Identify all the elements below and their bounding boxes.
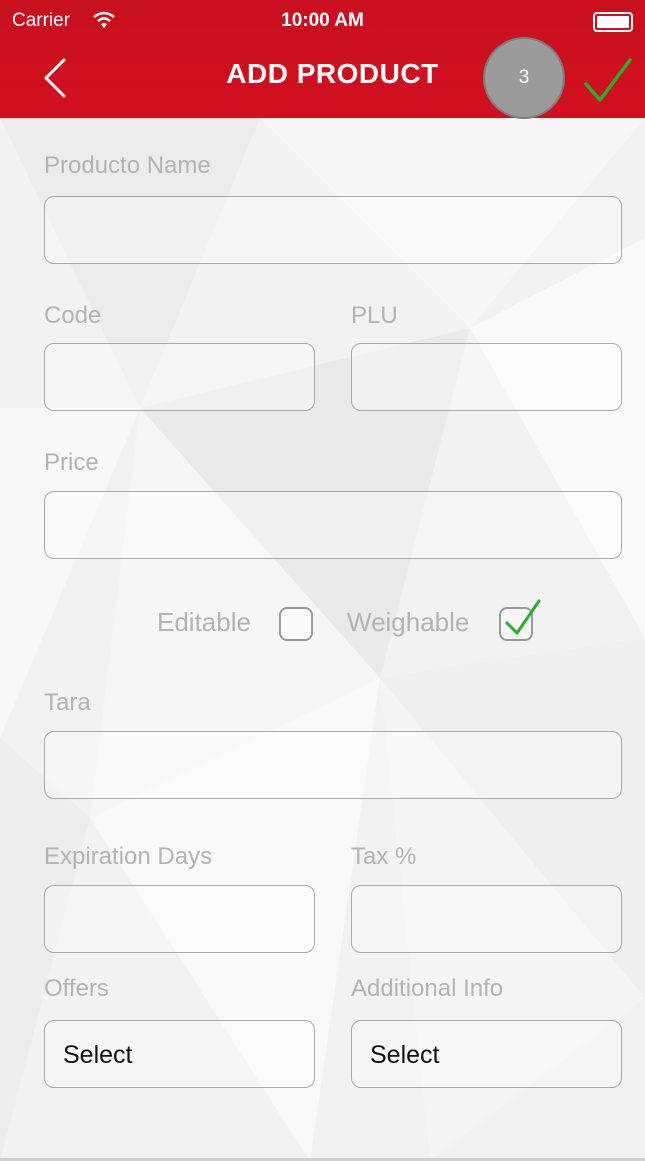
- additional-info-select[interactable]: Select: [351, 1020, 622, 1088]
- tax-label: Tax %: [351, 843, 417, 870]
- weighable-label: Weighable: [347, 607, 470, 637]
- status-bar: Carrier 10:00 AM: [0, 0, 645, 40]
- tara-input[interactable]: [45, 732, 621, 798]
- code-field[interactable]: [44, 343, 315, 411]
- editable-label: Editable: [157, 607, 251, 637]
- product-name-label: Producto Name: [44, 152, 211, 179]
- code-label: Code: [44, 302, 102, 329]
- price-input[interactable]: [45, 492, 621, 558]
- code-input[interactable]: [45, 344, 314, 410]
- plu-input[interactable]: [352, 344, 621, 410]
- offers-label: Offers: [44, 975, 109, 1002]
- tax-field[interactable]: [351, 885, 622, 953]
- count-badge: 3: [483, 37, 565, 119]
- offers-select-value: Select: [63, 1041, 133, 1069]
- battery-icon: [593, 12, 633, 32]
- plu-field[interactable]: [351, 343, 622, 411]
- offers-select[interactable]: Select: [44, 1020, 315, 1088]
- price-label: Price: [44, 449, 99, 476]
- tara-label: Tara: [44, 689, 91, 716]
- weighable-checkbox[interactable]: [499, 599, 541, 641]
- expiration-days-field[interactable]: [44, 885, 315, 953]
- price-field[interactable]: [44, 491, 622, 559]
- tara-field[interactable]: [44, 731, 622, 799]
- tax-input[interactable]: [352, 886, 621, 952]
- plu-label: PLU: [351, 302, 398, 329]
- checkmark-icon: [584, 58, 632, 102]
- status-time: 10:00 AM: [281, 10, 364, 31]
- confirm-button[interactable]: [582, 56, 634, 106]
- background-pattern: [0, 118, 645, 1161]
- product-name-input[interactable]: [45, 197, 621, 263]
- expiration-days-label: Expiration Days: [44, 843, 213, 870]
- additional-info-label: Additional Info: [351, 975, 504, 1002]
- app-header: Carrier 10:00 AM ADD PRODUCT 3: [0, 0, 645, 119]
- editable-checkbox[interactable]: [279, 607, 313, 641]
- expiration-days-input[interactable]: [45, 886, 314, 952]
- product-name-field[interactable]: [44, 196, 622, 264]
- additional-info-select-value: Select: [370, 1041, 440, 1069]
- check-icon: [505, 599, 541, 635]
